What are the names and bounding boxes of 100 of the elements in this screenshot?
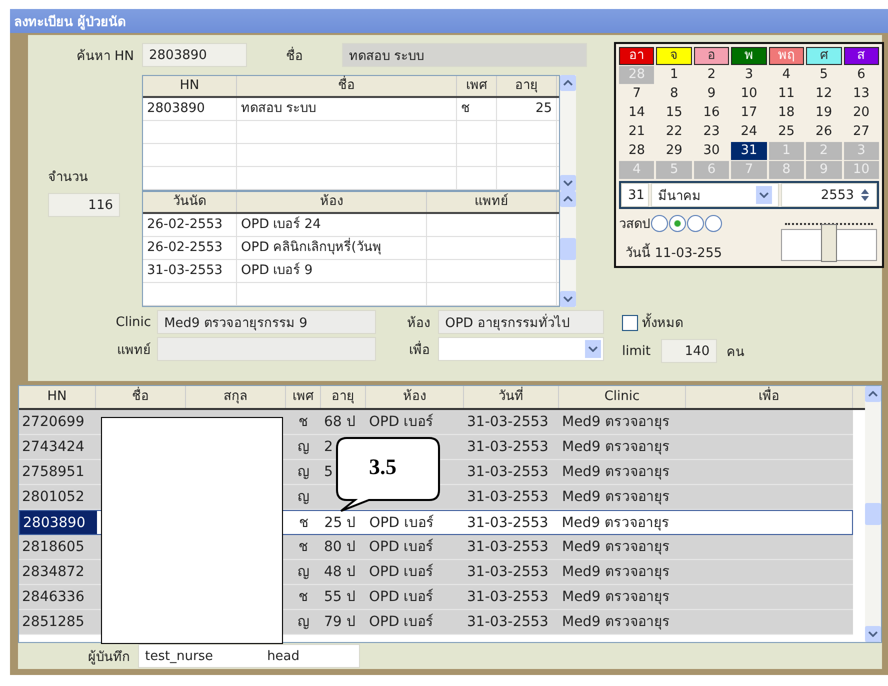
- table-cell-text: Med9 ตรวจอายุร: [561, 438, 671, 457]
- scroll-up-icon: [563, 80, 573, 86]
- calendar-day[interactable]: 9: [694, 85, 730, 103]
- calendar-day[interactable]: 21: [619, 123, 654, 141]
- calendar-day[interactable]: 4: [768, 66, 804, 84]
- table-cell[interactable]: 2801052: [19, 484, 96, 509]
- column-header[interactable]: เพศ: [286, 386, 321, 408]
- calendar-day[interactable]: 28: [619, 142, 654, 160]
- calendar-day[interactable]: 30: [694, 142, 730, 160]
- calendar-day[interactable]: 12: [806, 85, 842, 103]
- column-header[interactable]: ชื่อ: [237, 76, 457, 96]
- table-cell: 25: [497, 98, 557, 120]
- radio-button[interactable]: [669, 215, 686, 232]
- day-field[interactable]: 31: [621, 183, 649, 207]
- column-header[interactable]: สกุล: [186, 386, 286, 408]
- column-header[interactable]: HN: [143, 76, 237, 96]
- calendar-day[interactable]: 29: [656, 142, 692, 160]
- calendar-day[interactable]: 2: [694, 66, 730, 84]
- table-cell: 31-03-2553: [143, 260, 237, 282]
- table-cell[interactable]: 2743424: [19, 434, 96, 459]
- slider-thumb[interactable]: [821, 224, 837, 262]
- scroll-down-icon: [868, 631, 878, 638]
- table-cell[interactable]: 2834872: [19, 560, 96, 584]
- table-cell: OPD เบอร์: [369, 564, 434, 580]
- calendar-day[interactable]: 11: [768, 85, 804, 103]
- limit-field[interactable]: 140: [660, 339, 717, 363]
- field-label: เพื่อ: [408, 340, 432, 360]
- calendar-day[interactable]: 22: [656, 123, 692, 141]
- column-header[interactable]: เพื่อ: [686, 386, 853, 408]
- weekday-header: อ: [694, 47, 730, 65]
- scrollbar-thumb[interactable]: [865, 502, 881, 525]
- calendar-day[interactable]: 24: [731, 123, 767, 141]
- calendar-day[interactable]: 5: [806, 66, 842, 84]
- hn-field[interactable]: 2803890: [142, 43, 247, 67]
- calendar-day[interactable]: 10: [731, 85, 767, 103]
- table-cell: OPD เบอร์: [369, 514, 434, 531]
- scroll-down-icon: [563, 180, 573, 186]
- checkbox[interactable]: [622, 314, 638, 330]
- calendar-day[interactable]: 15: [656, 104, 692, 122]
- user-role: head: [267, 648, 300, 664]
- scrollbar[interactable]: [865, 386, 881, 642]
- table-cell-text: Med9 ตรวจอายุร: [561, 412, 671, 432]
- calendar-day[interactable]: 16: [694, 104, 730, 122]
- table-cell[interactable]: 2758951: [19, 460, 96, 484]
- table-cell[interactable]: 2818605: [19, 534, 96, 559]
- column-header[interactable]: อายุ: [321, 386, 366, 408]
- radio-button[interactable]: [687, 215, 704, 232]
- column-header[interactable]: HN: [19, 386, 96, 408]
- calendar-day[interactable]: 7: [619, 85, 654, 103]
- user-name: test_nurse: [145, 648, 214, 664]
- column-header[interactable]: แพทย์: [427, 192, 557, 212]
- scrollbar[interactable]: [560, 75, 576, 191]
- table-cell: 55 ป: [324, 588, 356, 605]
- column-header[interactable]: เพศ: [457, 76, 497, 96]
- calendar-day[interactable]: 3: [731, 66, 767, 84]
- calendar-day[interactable]: 25: [768, 123, 804, 141]
- table-cell-text: Med9 ตรวจอายุร: [561, 538, 671, 557]
- column-header[interactable]: อายุ: [497, 76, 557, 96]
- calendar-day[interactable]: 1: [656, 66, 692, 84]
- table-cell: OPD เบอร์ 24: [237, 214, 427, 236]
- radio-button[interactable]: [651, 215, 668, 232]
- calendar-day[interactable]: 18: [768, 104, 804, 122]
- table-cell: 2803890: [143, 98, 237, 120]
- unit-label: คน: [726, 344, 745, 362]
- column-header[interactable]: ชื่อ: [96, 386, 186, 408]
- column-header[interactable]: วันที่: [464, 386, 559, 408]
- calendar-day[interactable]: 13: [844, 85, 879, 103]
- calendar-day[interactable]: 27: [844, 123, 879, 141]
- column-header[interactable]: Clinic: [559, 386, 686, 408]
- table-cell-text: ญ: [296, 612, 310, 632]
- calendar-day[interactable]: 6: [844, 66, 879, 84]
- column-header[interactable]: ห้อง: [237, 192, 427, 212]
- calendar-day[interactable]: 31: [731, 142, 767, 160]
- table-cell[interactable]: 2851285: [19, 610, 96, 634]
- year-spinner[interactable]: 2553: [781, 183, 877, 207]
- table-cell: OPD เบอร์ 9: [237, 260, 427, 282]
- table-cell[interactable]: 2720699: [19, 410, 96, 434]
- calendar-day[interactable]: 26: [806, 123, 842, 141]
- table-cell-text: 31-03-2553: [466, 514, 550, 533]
- table-cell: 79 ป: [324, 614, 356, 630]
- table-cell[interactable]: 2803890: [20, 510, 97, 534]
- table-cell-text: 31-03-2553: [466, 612, 550, 632]
- window-title: ลงทะเบียน ผู้ป่วยนัด: [14, 14, 126, 32]
- month-dropdown[interactable]: มีนาคม: [651, 183, 779, 207]
- weekday-header: พฤ: [768, 47, 804, 65]
- table-cell-text: Med9 ตรวจอายุร: [561, 588, 671, 607]
- radio-button[interactable]: [705, 215, 722, 232]
- table-cell-text: 31-03-2553: [466, 412, 550, 432]
- calendar-day[interactable]: 19: [806, 104, 842, 122]
- calendar-day[interactable]: 17: [731, 104, 767, 122]
- column-header[interactable]: วันนัด: [143, 192, 237, 212]
- calendar-day[interactable]: 23: [694, 123, 730, 141]
- calendar-day[interactable]: 20: [844, 104, 879, 122]
- scrollbar-thumb[interactable]: [560, 238, 576, 260]
- calendar-day[interactable]: 14: [619, 104, 654, 122]
- table-cell[interactable]: 2846336: [19, 584, 96, 609]
- column-header[interactable]: ห้อง: [366, 386, 464, 408]
- calendar-day[interactable]: 8: [656, 85, 692, 103]
- today-date: วันนี้ 11-03-255: [619, 242, 722, 263]
- scrollbar[interactable]: [560, 191, 576, 307]
